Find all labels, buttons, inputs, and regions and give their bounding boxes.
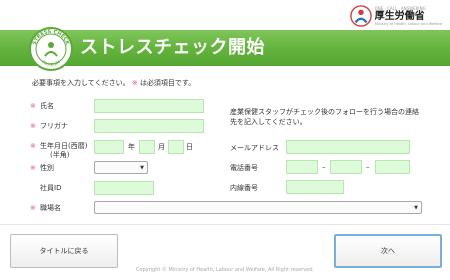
divider (0, 224, 450, 225)
name-label: 氏名 (40, 102, 54, 110)
required-mark: ※ (30, 122, 36, 130)
phone-part2-input[interactable] (330, 160, 362, 174)
chevron-down-icon: ▼ (140, 165, 144, 171)
name-input[interactable] (94, 99, 204, 113)
email-label: メールアドレス (230, 144, 279, 152)
next-button[interactable]: 次へ (334, 234, 442, 268)
contact-note: 産業保健スタッフがチェック後のフォローを行う場合の連絡先を記入してください。 (230, 108, 419, 126)
gender-label: 性別 (40, 164, 54, 172)
kana-input[interactable] (94, 119, 204, 133)
day-unit: 日 (186, 143, 193, 151)
intro-line: 必要事項を入力してください。 ※ は必須項目です。 (32, 78, 195, 88)
employee-id-label: 社員ID (40, 184, 62, 192)
phone-label: 電話番号 (230, 164, 258, 172)
back-to-title-button[interactable]: タイトルに戻る (10, 234, 118, 268)
phone-part3-input[interactable] (375, 160, 410, 174)
copyright-text: Copyright © Ministry of Health, Labour a… (135, 267, 315, 273)
phone-separator: – (366, 163, 370, 171)
kana-label: フリガナ (40, 122, 68, 130)
ministry-emblem-icon (349, 5, 372, 27)
email-input[interactable] (286, 140, 410, 154)
dob-day-input[interactable] (168, 140, 184, 154)
required-mark: ※ (30, 102, 36, 110)
ministry-logo: ONE · CALL · ANSWERING 厚生労働省 Ministry of… (349, 2, 442, 30)
workplace-select[interactable]: ▼ (94, 201, 422, 214)
dob-year-input[interactable] (94, 140, 124, 154)
month-unit: 月 (158, 143, 165, 151)
required-mark: ※ (30, 164, 36, 172)
dob-month-input[interactable] (139, 140, 155, 154)
employee-id-input[interactable] (94, 181, 154, 195)
page-title: ストレスチェック開始 (80, 37, 265, 58)
chevron-down-icon: ▼ (414, 205, 418, 211)
required-mark: ※ (30, 204, 36, 212)
workplace-label: 職場名 (40, 204, 61, 212)
phone-separator: – (322, 163, 326, 171)
intro-text: 必要事項を入力してください。 (32, 79, 130, 87)
extension-input[interactable] (286, 180, 344, 194)
phone-part1-input[interactable] (286, 160, 318, 174)
required-mark: ※ (131, 79, 138, 87)
ministry-english-name: Ministry of Health, Labour and Welfare (374, 22, 442, 26)
gender-select[interactable]: ▼ (94, 161, 148, 174)
year-unit: 年 (128, 143, 135, 151)
stress-check-badge-icon: STRESS CHECK PROGRAM (29, 27, 73, 71)
required-mark: ※ (30, 142, 36, 150)
ministry-name: 厚生労働省 (374, 11, 425, 22)
extension-label: 内線番号 (230, 184, 258, 192)
dob-sublabel: (半角) (50, 151, 70, 159)
required-note: は必須項目です。 (139, 79, 196, 87)
